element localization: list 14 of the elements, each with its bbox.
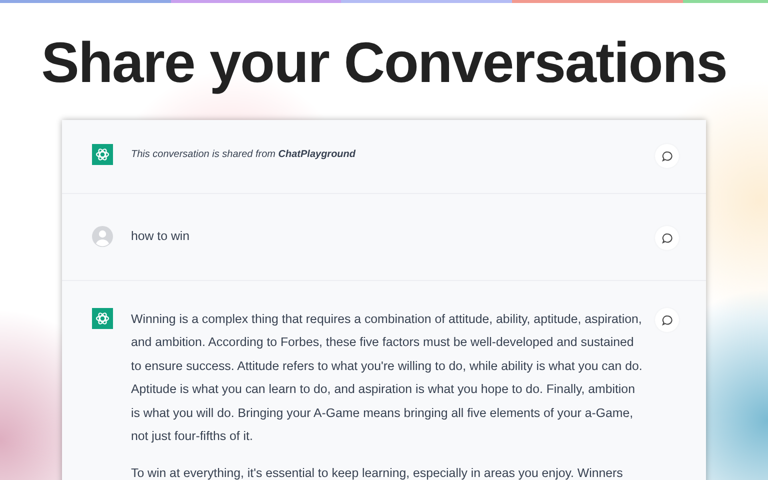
page-heading: Share your Conversations xyxy=(40,30,728,92)
user-message: how to win xyxy=(131,228,191,245)
speech-bubble-icon xyxy=(662,150,672,162)
bot-avatar-icon xyxy=(92,144,113,165)
assistant-paragraph: Winning is a complex thing that requires a combination of attitude, ability, aptitude, aspiration, and ambition. According to Forbes, these five factors must be well-developed and sustained to ensure success. Attitude refers to what you're willing to do, while ability is what you can do. Aptitude is what you can learn to do, and aspiration is what you hope to do. Finally, ambition is what you will do. Bringing your A-Game means bringing all five elements of your a-Game, not just four-fifths of it. xyxy=(131,311,644,446)
comment-button[interactable] xyxy=(655,144,679,168)
speech-bubble-icon xyxy=(662,232,672,244)
shared-notice: This conversation is shared from ChatPlayground xyxy=(131,148,357,162)
assistant-paragraph: To win at everything, it's essential to keep learning, especially in areas you enjoy. Winners xyxy=(131,465,624,480)
comment-button[interactable] xyxy=(655,308,679,332)
bot-avatar-icon xyxy=(92,308,113,329)
comment-button[interactable] xyxy=(655,226,679,250)
user-avatar-icon xyxy=(92,226,113,247)
speech-bubble-icon xyxy=(662,314,672,326)
